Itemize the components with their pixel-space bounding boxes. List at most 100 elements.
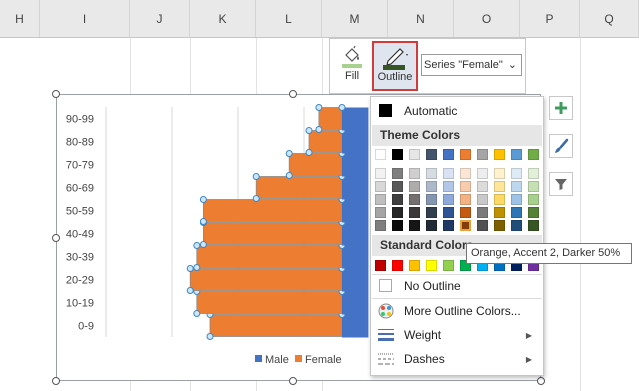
male-bar: [342, 245, 369, 269]
resize-handle[interactable]: [537, 377, 545, 385]
resize-handle[interactable]: [52, 377, 60, 385]
theme-shade-swatch[interactable]: [443, 181, 454, 192]
column-header-k[interactable]: K: [190, 0, 256, 38]
theme-shade-swatch[interactable]: [528, 168, 539, 179]
theme-shade-swatch[interactable]: [494, 181, 505, 192]
theme-shade-swatch[interactable]: [477, 181, 488, 192]
theme-color-swatch[interactable]: [494, 149, 505, 160]
column-header-o[interactable]: O: [454, 0, 520, 38]
theme-shade-swatch[interactable]: [511, 207, 522, 218]
theme-shade-swatch[interactable]: [409, 194, 420, 205]
no-outline-option[interactable]: No Outline: [372, 275, 542, 297]
theme-shade-swatch[interactable]: [443, 168, 454, 179]
theme-shade-swatch[interactable]: [528, 220, 539, 231]
theme-shade-swatch[interactable]: [426, 181, 437, 192]
category-tick-label: 10-19: [66, 298, 94, 310]
female-bar: [255, 176, 343, 199]
chart-elements-button[interactable]: [549, 96, 573, 120]
column-header-n[interactable]: N: [388, 0, 454, 38]
theme-shade-swatch[interactable]: [409, 207, 420, 218]
resize-handle[interactable]: [289, 90, 297, 98]
theme-shade-swatch[interactable]: [494, 194, 505, 205]
theme-shade-swatch[interactable]: [375, 194, 386, 205]
theme-color-swatch[interactable]: [426, 149, 437, 160]
theme-shade-swatch[interactable]: [443, 220, 454, 231]
column-header-m[interactable]: M: [322, 0, 388, 38]
series-selector[interactable]: Series "Female" ⌄: [421, 54, 522, 76]
theme-shade-swatch[interactable]: [511, 168, 522, 179]
outline-button[interactable]: Outline: [372, 41, 418, 91]
theme-shade-swatch[interactable]: [443, 194, 454, 205]
weight-option[interactable]: Weight ▶: [372, 324, 542, 346]
theme-color-swatch[interactable]: [409, 149, 420, 160]
theme-shade-swatch[interactable]: [426, 194, 437, 205]
theme-shade-swatch[interactable]: [392, 220, 403, 231]
theme-shade-swatch[interactable]: [494, 220, 505, 231]
theme-shade-swatch[interactable]: [511, 220, 522, 231]
theme-shade-swatch[interactable]: [511, 181, 522, 192]
theme-shade-swatch[interactable]: [528, 207, 539, 218]
female-bar: [288, 153, 343, 176]
theme-color-swatch[interactable]: [511, 149, 522, 160]
automatic-option[interactable]: Automatic: [372, 100, 542, 122]
theme-shade-swatch[interactable]: [375, 207, 386, 218]
standard-color-swatch[interactable]: [426, 260, 437, 271]
theme-shade-swatch[interactable]: [392, 194, 403, 205]
theme-shade-swatch[interactable]: [426, 220, 437, 231]
theme-shade-swatch[interactable]: [426, 168, 437, 179]
color-palette-icon: [378, 303, 394, 319]
chart-styles-button[interactable]: [549, 134, 573, 158]
resize-handle[interactable]: [52, 234, 60, 242]
theme-shade-swatch[interactable]: [392, 168, 403, 179]
theme-shade-swatch[interactable]: [460, 194, 471, 205]
theme-color-swatch[interactable]: [375, 149, 386, 160]
theme-shade-swatch[interactable]: [409, 220, 420, 231]
theme-shade-swatch[interactable]: [477, 220, 488, 231]
theme-shade-swatch[interactable]: [494, 207, 505, 218]
theme-color-swatch[interactable]: [392, 149, 403, 160]
more-outline-colors-option[interactable]: More Outline Colors...: [372, 300, 542, 322]
theme-shade-swatch[interactable]: [460, 181, 471, 192]
theme-shade-swatch[interactable]: [494, 168, 505, 179]
theme-shade-swatch[interactable]: [528, 181, 539, 192]
theme-shade-swatch[interactable]: [426, 207, 437, 218]
theme-shade-swatch[interactable]: [409, 181, 420, 192]
column-header-i[interactable]: I: [40, 0, 130, 38]
legend-label-male: Male: [265, 354, 289, 366]
bar-selection-handle: [315, 126, 323, 133]
submenu-arrow-icon: ▶: [525, 354, 532, 364]
theme-shade-swatch[interactable]: [443, 207, 454, 218]
theme-color-swatch[interactable]: [528, 149, 539, 160]
theme-shade-swatch[interactable]: [477, 194, 488, 205]
theme-shade-swatch[interactable]: [477, 168, 488, 179]
theme-shade-swatch[interactable]: [511, 194, 522, 205]
theme-shade-swatch[interactable]: [409, 168, 420, 179]
selected-shade-swatch[interactable]: [459, 219, 472, 232]
theme-shade-swatch[interactable]: [460, 207, 471, 218]
column-header-h[interactable]: H: [0, 0, 40, 38]
theme-color-swatch[interactable]: [443, 149, 454, 160]
chart-filters-button[interactable]: [549, 172, 573, 196]
theme-color-swatch[interactable]: [460, 149, 471, 160]
standard-color-swatch[interactable]: [443, 260, 454, 271]
theme-shade-swatch[interactable]: [392, 207, 403, 218]
theme-shade-swatch[interactable]: [528, 194, 539, 205]
standard-color-swatch[interactable]: [409, 260, 420, 271]
dashes-option[interactable]: Dashes ▶: [372, 348, 542, 370]
column-header-l[interactable]: L: [256, 0, 322, 38]
theme-shade-swatch[interactable]: [392, 181, 403, 192]
resize-handle[interactable]: [52, 90, 60, 98]
theme-shade-swatch[interactable]: [477, 207, 488, 218]
theme-shade-swatch[interactable]: [375, 220, 386, 231]
standard-color-swatch[interactable]: [375, 260, 386, 271]
theme-color-swatch[interactable]: [477, 149, 488, 160]
standard-color-swatch[interactable]: [392, 260, 403, 271]
theme-shade-swatch[interactable]: [375, 181, 386, 192]
column-header-p[interactable]: P: [520, 0, 580, 38]
resize-handle[interactable]: [289, 377, 297, 385]
column-header-q[interactable]: Q: [580, 0, 639, 38]
fill-button[interactable]: Fill: [334, 41, 370, 91]
column-header-j[interactable]: J: [130, 0, 190, 38]
theme-shade-swatch[interactable]: [460, 168, 471, 179]
theme-shade-swatch[interactable]: [375, 168, 386, 179]
